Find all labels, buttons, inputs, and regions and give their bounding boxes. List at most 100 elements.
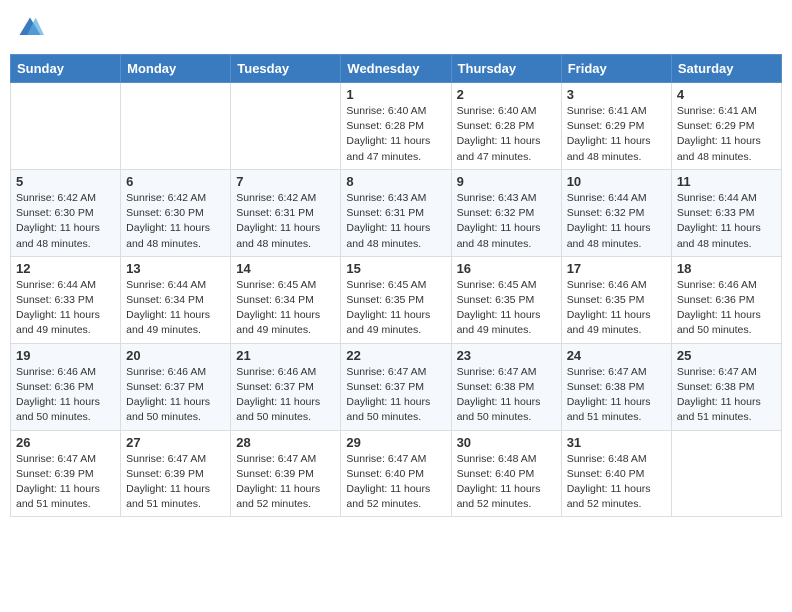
weekday-header-monday: Monday [121, 55, 231, 83]
calendar-cell: 5 Sunrise: 6:42 AM Sunset: 6:30 PM Daylig… [11, 169, 121, 256]
calendar-table: SundayMondayTuesdayWednesdayThursdayFrid… [10, 54, 782, 517]
calendar-week-row: 12Sunrise: 6:44 AM Sunset: 6:33 PM Dayli… [11, 256, 782, 343]
day-number: 8 [346, 174, 445, 189]
calendar-week-row: 19 Sunrise: 6:46 AM Sunset: 6:36 PM Dayli… [11, 343, 782, 430]
day-info: Sunrise: 6:42 AM Sunset: 6:30 PM Dayligh… [126, 191, 225, 252]
calendar-cell: 11 Sunrise: 6:44 AM Sunset: 6:33 PM Dayli… [671, 169, 781, 256]
calendar-cell: 21 Sunrise: 6:46 AM Sunset: 6:37 PM Dayli… [231, 343, 341, 430]
calendar-cell: 7Sunrise: 6:42 AM Sunset: 6:31 PM Daylig… [231, 169, 341, 256]
day-info: Sunrise: 6:47 AM Sunset: 6:39 PM Dayligh… [16, 452, 115, 513]
day-info: Sunrise: 6:44 AM Sunset: 6:33 PM Dayligh… [16, 278, 115, 339]
day-info: Sunrise: 6:42 AM Sunset: 6:30 PM Dayligh… [16, 191, 115, 252]
day-number: 19 [16, 348, 115, 363]
calendar-cell: 31Sunrise: 6:48 AM Sunset: 6:40 PM Dayli… [561, 430, 671, 517]
weekday-header-wednesday: Wednesday [341, 55, 451, 83]
logo [16, 14, 46, 42]
calendar-cell: 19 Sunrise: 6:46 AM Sunset: 6:36 PM Dayli… [11, 343, 121, 430]
calendar-cell: 4 Sunrise: 6:41 AM Sunset: 6:29 PM Daylig… [671, 83, 781, 170]
calendar-week-row: 5 Sunrise: 6:42 AM Sunset: 6:30 PM Daylig… [11, 169, 782, 256]
day-number: 30 [457, 435, 556, 450]
calendar-cell: 29 Sunrise: 6:47 AM Sunset: 6:40 PM Dayli… [341, 430, 451, 517]
day-number: 25 [677, 348, 776, 363]
calendar-cell: 8Sunrise: 6:43 AM Sunset: 6:31 PM Daylig… [341, 169, 451, 256]
calendar-cell: 15Sunrise: 6:45 AM Sunset: 6:35 PM Dayli… [341, 256, 451, 343]
day-info: Sunrise: 6:46 AM Sunset: 6:37 PM Dayligh… [236, 365, 335, 426]
calendar-cell: 1 Sunrise: 6:40 AM Sunset: 6:28 PM Daylig… [341, 83, 451, 170]
calendar-cell: 13 Sunrise: 6:44 AM Sunset: 6:34 PM Dayli… [121, 256, 231, 343]
weekday-header-saturday: Saturday [671, 55, 781, 83]
day-number: 27 [126, 435, 225, 450]
day-number: 28 [236, 435, 335, 450]
day-info: Sunrise: 6:44 AM Sunset: 6:32 PM Dayligh… [567, 191, 666, 252]
calendar-week-row: 1 Sunrise: 6:40 AM Sunset: 6:28 PM Daylig… [11, 83, 782, 170]
day-info: Sunrise: 6:40 AM Sunset: 6:28 PM Dayligh… [346, 104, 445, 165]
calendar-cell: 30 Sunrise: 6:48 AM Sunset: 6:40 PM Dayli… [451, 430, 561, 517]
day-number: 3 [567, 87, 666, 102]
weekday-header-tuesday: Tuesday [231, 55, 341, 83]
day-number: 21 [236, 348, 335, 363]
weekday-header-thursday: Thursday [451, 55, 561, 83]
day-number: 31 [567, 435, 666, 450]
calendar-header-row: SundayMondayTuesdayWednesdayThursdayFrid… [11, 55, 782, 83]
day-info: Sunrise: 6:40 AM Sunset: 6:28 PM Dayligh… [457, 104, 556, 165]
day-info: Sunrise: 6:47 AM Sunset: 6:40 PM Dayligh… [346, 452, 445, 513]
day-info: Sunrise: 6:46 AM Sunset: 6:36 PM Dayligh… [677, 278, 776, 339]
calendar-cell [671, 430, 781, 517]
day-info: Sunrise: 6:45 AM Sunset: 6:34 PM Dayligh… [236, 278, 335, 339]
weekday-header-friday: Friday [561, 55, 671, 83]
day-number: 24 [567, 348, 666, 363]
day-info: Sunrise: 6:47 AM Sunset: 6:39 PM Dayligh… [126, 452, 225, 513]
calendar-cell: 16 Sunrise: 6:45 AM Sunset: 6:35 PM Dayli… [451, 256, 561, 343]
calendar-cell: 23 Sunrise: 6:47 AM Sunset: 6:38 PM Dayli… [451, 343, 561, 430]
calendar-cell [121, 83, 231, 170]
day-info: Sunrise: 6:46 AM Sunset: 6:36 PM Dayligh… [16, 365, 115, 426]
day-number: 11 [677, 174, 776, 189]
day-info: Sunrise: 6:48 AM Sunset: 6:40 PM Dayligh… [457, 452, 556, 513]
day-info: Sunrise: 6:41 AM Sunset: 6:29 PM Dayligh… [677, 104, 776, 165]
day-number: 29 [346, 435, 445, 450]
page-header [10, 10, 782, 46]
day-info: Sunrise: 6:47 AM Sunset: 6:38 PM Dayligh… [457, 365, 556, 426]
day-info: Sunrise: 6:44 AM Sunset: 6:33 PM Dayligh… [677, 191, 776, 252]
day-info: Sunrise: 6:42 AM Sunset: 6:31 PM Dayligh… [236, 191, 335, 252]
calendar-cell: 26 Sunrise: 6:47 AM Sunset: 6:39 PM Dayli… [11, 430, 121, 517]
day-number: 10 [567, 174, 666, 189]
day-number: 26 [16, 435, 115, 450]
day-number: 2 [457, 87, 556, 102]
calendar-cell: 24Sunrise: 6:47 AM Sunset: 6:38 PM Dayli… [561, 343, 671, 430]
day-number: 9 [457, 174, 556, 189]
day-number: 20 [126, 348, 225, 363]
calendar-cell: 28 Sunrise: 6:47 AM Sunset: 6:39 PM Dayli… [231, 430, 341, 517]
calendar-cell: 14 Sunrise: 6:45 AM Sunset: 6:34 PM Dayli… [231, 256, 341, 343]
day-info: Sunrise: 6:44 AM Sunset: 6:34 PM Dayligh… [126, 278, 225, 339]
calendar-cell [231, 83, 341, 170]
day-number: 14 [236, 261, 335, 276]
day-number: 4 [677, 87, 776, 102]
calendar-cell: 12Sunrise: 6:44 AM Sunset: 6:33 PM Dayli… [11, 256, 121, 343]
calendar-week-row: 26 Sunrise: 6:47 AM Sunset: 6:39 PM Dayli… [11, 430, 782, 517]
day-number: 6 [126, 174, 225, 189]
day-number: 23 [457, 348, 556, 363]
day-number: 17 [567, 261, 666, 276]
logo-icon [16, 14, 44, 42]
day-info: Sunrise: 6:45 AM Sunset: 6:35 PM Dayligh… [346, 278, 445, 339]
day-number: 5 [16, 174, 115, 189]
day-number: 16 [457, 261, 556, 276]
day-info: Sunrise: 6:47 AM Sunset: 6:37 PM Dayligh… [346, 365, 445, 426]
calendar-cell: 3 Sunrise: 6:41 AM Sunset: 6:29 PM Daylig… [561, 83, 671, 170]
day-number: 1 [346, 87, 445, 102]
calendar-cell: 6 Sunrise: 6:42 AM Sunset: 6:30 PM Daylig… [121, 169, 231, 256]
calendar-cell [11, 83, 121, 170]
day-info: Sunrise: 6:41 AM Sunset: 6:29 PM Dayligh… [567, 104, 666, 165]
calendar-cell: 10 Sunrise: 6:44 AM Sunset: 6:32 PM Dayli… [561, 169, 671, 256]
calendar-cell: 20 Sunrise: 6:46 AM Sunset: 6:37 PM Dayli… [121, 343, 231, 430]
calendar-cell: 18Sunrise: 6:46 AM Sunset: 6:36 PM Dayli… [671, 256, 781, 343]
day-info: Sunrise: 6:47 AM Sunset: 6:39 PM Dayligh… [236, 452, 335, 513]
calendar-cell: 9Sunrise: 6:43 AM Sunset: 6:32 PM Daylig… [451, 169, 561, 256]
calendar-cell: 17Sunrise: 6:46 AM Sunset: 6:35 PM Dayli… [561, 256, 671, 343]
calendar-cell: 2 Sunrise: 6:40 AM Sunset: 6:28 PM Daylig… [451, 83, 561, 170]
calendar-cell: 25Sunrise: 6:47 AM Sunset: 6:38 PM Dayli… [671, 343, 781, 430]
day-info: Sunrise: 6:45 AM Sunset: 6:35 PM Dayligh… [457, 278, 556, 339]
day-number: 13 [126, 261, 225, 276]
day-info: Sunrise: 6:46 AM Sunset: 6:37 PM Dayligh… [126, 365, 225, 426]
